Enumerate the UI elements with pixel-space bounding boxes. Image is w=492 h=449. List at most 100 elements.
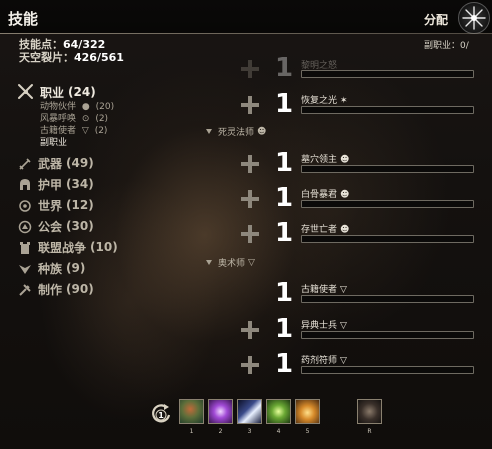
skill-progress-bar (301, 200, 474, 208)
nav-racial[interactable]: 种族 (9) (18, 260, 85, 276)
light-beam-skill-icon[interactable] (237, 399, 262, 424)
skill-progress-bar (301, 106, 474, 114)
skull-icon: ☻ (340, 225, 350, 235)
skill-name-curative-runeforms: 药剂符师 ▽ (301, 356, 347, 366)
header-divider (0, 33, 492, 34)
nav-class[interactable]: 职业 (24) (40, 84, 96, 100)
nav-armor-count: (34) (66, 177, 94, 191)
nav-weapons-count: (49) (66, 156, 94, 170)
nav-alliance-war[interactable]: 联盟战争 (10) (18, 239, 118, 255)
paw-icon: ● (81, 102, 90, 112)
subclass-count: 副职业：0/ (424, 41, 469, 51)
skill-rank: 1 (275, 349, 294, 379)
plus-icon[interactable] (241, 190, 259, 208)
skill-name-restoring-light: 恢复之光 ✶ (301, 96, 348, 106)
class-crossed-swords-icon (16, 82, 36, 102)
skill-rank: 1 (275, 53, 294, 83)
skill-rank: 1 (275, 148, 294, 178)
ultimate-slot-label: R (367, 428, 372, 435)
skill-progress-bar (301, 366, 474, 374)
collapse-arrow-icon (206, 260, 212, 265)
nav-sub-animal-companion[interactable]: 动物伙伴 ● (20) (40, 102, 114, 113)
nav-class-label: 职业 (40, 85, 65, 100)
necromancer-skull-icon: ☻ (257, 126, 267, 137)
plus-icon[interactable] (241, 356, 259, 374)
skill-rank: 1 (275, 183, 294, 213)
nav-sub-label: 风暴呼唤 (40, 114, 77, 124)
svg-text:1: 1 (158, 411, 164, 420)
section-header-arcanist[interactable]: 奥术师 ▽ (206, 256, 255, 269)
skill-name-grave-lord: 墓穴领主 ☻ (301, 155, 350, 165)
nav-armor[interactable]: 护甲 (34) (18, 176, 94, 192)
world-icon (18, 198, 32, 212)
nav-sub-label: 副职业 (40, 138, 68, 148)
nav-alliance-war-label: 联盟战争 (38, 240, 87, 255)
nav-crafting[interactable]: 制作 (90) (18, 281, 94, 297)
skull-icon: ☻ (340, 155, 350, 165)
nav-racial-label: 种族 (38, 261, 63, 276)
nav-sub-subclass[interactable]: 副职业 (40, 138, 67, 149)
nav-sub-storm-calling[interactable]: 风暴呼唤 ⊙ (2) (40, 114, 108, 125)
fist-ultimate-icon[interactable] (357, 399, 382, 424)
sun-icon: ✶ (340, 96, 348, 106)
nav-class-count: (24) (68, 85, 96, 99)
skill-rank: 1 (275, 218, 294, 248)
skill-progress-bar (301, 165, 474, 173)
skill-rank: 1 (275, 278, 294, 308)
plus-icon[interactable] (241, 96, 259, 114)
slot-number: 3 (247, 428, 252, 435)
helmet-icon (18, 177, 32, 191)
nav-weapons[interactable]: 武器 (49) (18, 155, 94, 171)
guild-icon (18, 219, 32, 234)
arcanist-icon: ▽ (81, 126, 89, 136)
skill-name-soldier-of-apocrypha: 异典士兵 ▽ (301, 321, 347, 331)
arcanist-icon: ▽ (340, 321, 347, 331)
nav-guild-count: (30) (66, 219, 94, 233)
sky-shards-value: 426/561 (74, 51, 124, 64)
skill-progress-bar (301, 70, 474, 78)
nav-sub-count: (20) (95, 102, 115, 112)
skills-window: 技能 分配 技能点：64/322 天空裂片：426/561 副职业：0/ 职业 … (0, 0, 492, 449)
slot-number: 1 (189, 428, 194, 435)
nav-racial-count: (9) (66, 261, 86, 275)
winged-skill-icon[interactable] (295, 399, 320, 424)
arcanist-icon: ▽ (340, 285, 347, 295)
green-rune-skill-icon[interactable] (266, 399, 291, 424)
storm-icon: ⊙ (81, 114, 90, 124)
skill-progress-bar (301, 295, 474, 303)
weapon-swap-icon[interactable]: 1 (151, 403, 173, 425)
nav-world-label: 世界 (38, 198, 63, 213)
section-title: 奥术师 (218, 259, 246, 269)
racial-icon (18, 261, 32, 275)
plus-icon[interactable] (241, 155, 259, 173)
nav-weapons-label: 武器 (38, 156, 63, 171)
skill-name-living-death: 存世亡者 ☻ (301, 225, 350, 235)
plus-icon[interactable] (241, 225, 259, 243)
weapon-icon (18, 156, 32, 170)
nav-guild[interactable]: 公会 (30) (18, 218, 94, 234)
skill-progress-bar (301, 235, 474, 243)
skill-progress-bar (301, 331, 474, 339)
animal-companion-skill-icon[interactable] (179, 399, 204, 424)
nav-crafting-count: (90) (66, 282, 94, 296)
nav-sub-count: (2) (94, 126, 108, 136)
crafting-hammer-icon (18, 282, 32, 296)
skill-rank: 1 (275, 89, 294, 119)
assign-star-icon[interactable] (458, 2, 490, 34)
plus-icon[interactable] (241, 321, 259, 339)
section-header-necromancer[interactable]: 死灵法师 ☻ (206, 125, 266, 138)
section-title: 死灵法师 (218, 128, 255, 138)
assign-label[interactable]: 分配 (424, 11, 448, 28)
skill-rank: 1 (275, 314, 294, 344)
lightning-skill-icon[interactable] (208, 399, 233, 424)
nav-world[interactable]: 世界 (12) (18, 197, 94, 213)
sky-shards: 天空裂片：426/561 (19, 49, 124, 65)
arcanist-icon: ▽ (340, 356, 347, 366)
skill-name-herald-of-tome: 古籍使者 ▽ (301, 285, 347, 295)
plus-icon[interactable] (241, 60, 259, 78)
nav-sub-label: 古籍使者 (40, 126, 77, 136)
skill-name-bone-tyrant: 白骨暴君 ☻ (301, 190, 350, 200)
nav-sub-herald-abyss[interactable]: 古籍使者 ▽ (2) (40, 126, 107, 137)
skull-icon: ☻ (340, 190, 350, 200)
collapse-arrow-icon (206, 129, 212, 134)
